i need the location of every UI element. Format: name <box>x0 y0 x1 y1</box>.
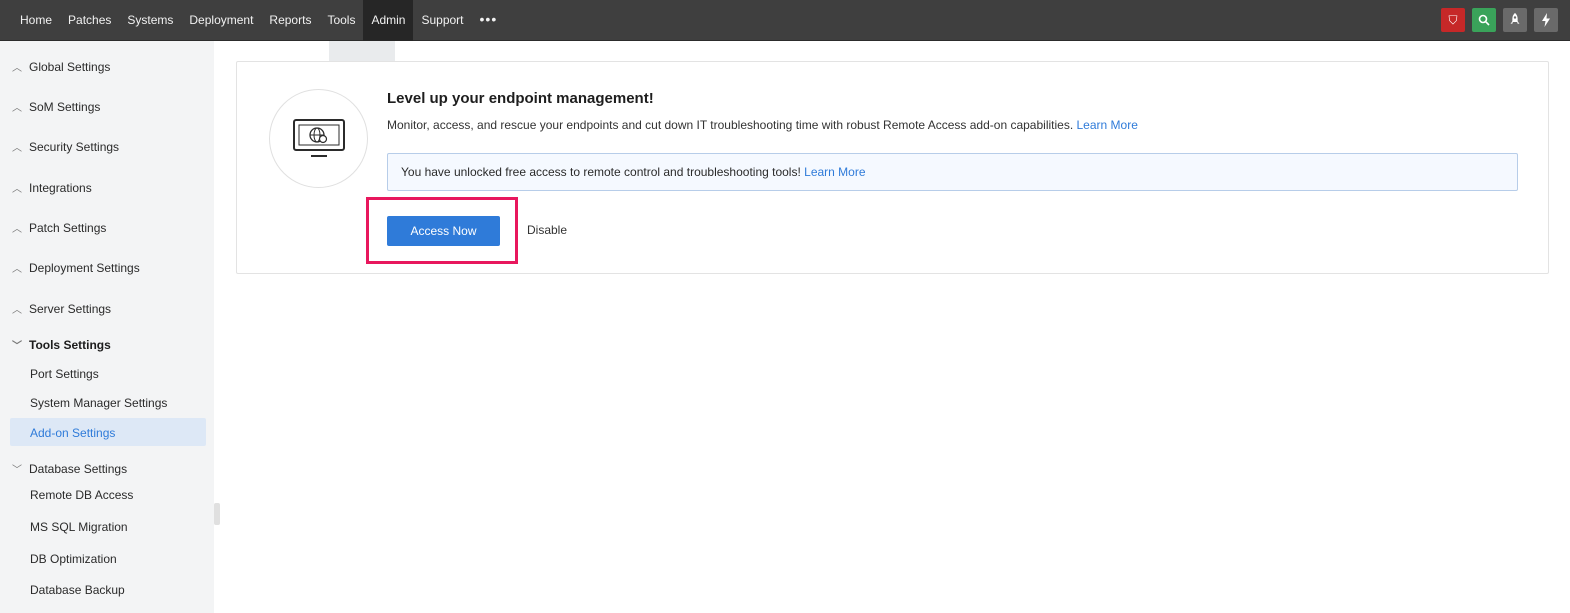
sidebar-section-label: Database Settings <box>29 461 128 476</box>
sidebar-section-global-settings[interactable]: ︿ Global Settings <box>12 59 111 75</box>
sidebar-section-integrations[interactable]: ︿ Integrations <box>12 180 92 196</box>
sidebar-collapse-handle[interactable] <box>214 503 220 525</box>
top-icon-group: ⛉ <box>1441 8 1558 32</box>
nav-tools[interactable]: Tools <box>319 0 363 41</box>
chevron-up-icon: ︿ <box>12 63 22 74</box>
sidebar-section-deployment-settings[interactable]: ︿ Deployment Settings <box>12 260 140 276</box>
info-banner: You have unlocked free access to remote … <box>387 153 1518 191</box>
bolt-icon[interactable] <box>1534 8 1558 32</box>
sidebar-section-server-settings[interactable]: ︿ Server Settings <box>12 301 112 317</box>
nav-reports[interactable]: Reports <box>261 0 319 41</box>
nav-home[interactable]: Home <box>12 0 60 41</box>
sidebar-section-label: Global Settings <box>29 59 111 74</box>
sidebar-item-port-settings[interactable]: Port Settings <box>30 367 99 381</box>
shield-icon[interactable]: ⛉ <box>1441 8 1465 32</box>
sidebar-item-remote-db-access[interactable]: Remote DB Access <box>30 488 133 502</box>
sidebar: ︿ Global Settings ︿ SoM Settings ︿ Secur… <box>0 41 214 613</box>
chevron-up-icon: ︿ <box>12 184 22 195</box>
sidebar-section-database-settings[interactable]: ﹀ Database Settings <box>12 461 128 477</box>
nav-deployment[interactable]: Deployment <box>181 0 261 41</box>
sidebar-item-db-optimization[interactable]: DB Optimization <box>30 552 117 566</box>
chevron-up-icon: ︿ <box>12 224 22 235</box>
remote-monitor-icon <box>292 118 345 157</box>
chevron-down-icon: ﹀ <box>12 341 22 352</box>
sidebar-item-ms-sql-migration[interactable]: MS SQL Migration <box>30 520 128 534</box>
chevron-up-icon: ︿ <box>12 103 22 114</box>
top-navigation-bar: Home Patches Systems Deployment Reports … <box>0 0 1570 41</box>
sidebar-section-patch-settings[interactable]: ︿ Patch Settings <box>12 220 107 236</box>
chevron-up-icon: ︿ <box>12 143 22 154</box>
chevron-up-icon: ︿ <box>12 305 22 316</box>
nav-support[interactable]: Support <box>413 0 471 41</box>
sidebar-section-label: Patch Settings <box>29 220 107 235</box>
sidebar-section-label: SoM Settings <box>29 99 101 114</box>
sidebar-item-system-manager-settings[interactable]: System Manager Settings <box>30 396 167 410</box>
search-icon[interactable] <box>1472 8 1496 32</box>
nav-admin[interactable]: Admin <box>363 0 414 41</box>
rocket-icon[interactable] <box>1503 8 1527 32</box>
remote-access-illustration <box>269 89 368 188</box>
sidebar-section-security-settings[interactable]: ︿ Security Settings <box>12 139 120 155</box>
info-learn-more-link[interactable]: Learn More <box>804 165 865 179</box>
main-nav: Home Patches Systems Deployment Reports … <box>12 0 505 41</box>
access-now-button[interactable]: Access Now <box>387 216 500 246</box>
promo-description-text: Monitor, access, and rescue your endpoin… <box>387 118 1074 132</box>
more-options-icon[interactable]: ••• <box>472 0 506 41</box>
sidebar-item-database-backup[interactable]: Database Backup <box>30 583 125 597</box>
learn-more-link[interactable]: Learn More <box>1077 118 1138 132</box>
disable-button[interactable]: Disable <box>527 223 567 237</box>
promo-title: Level up your endpoint management! <box>387 90 654 107</box>
sidebar-item-add-on-settings[interactable]: Add-on Settings <box>30 426 115 440</box>
sidebar-section-label: Tools Settings <box>29 337 111 352</box>
promo-description: Monitor, access, and rescue your endpoin… <box>387 118 1138 132</box>
chevron-down-icon: ﹀ <box>12 465 22 476</box>
sidebar-section-som-settings[interactable]: ︿ SoM Settings <box>12 99 101 115</box>
sidebar-section-label: Deployment Settings <box>29 260 140 275</box>
info-banner-text: You have unlocked free access to remote … <box>401 165 801 179</box>
nav-systems[interactable]: Systems <box>119 0 181 41</box>
sidebar-section-label: Server Settings <box>29 301 112 316</box>
sidebar-section-label: Security Settings <box>29 139 120 154</box>
sidebar-section-label: Integrations <box>29 180 92 195</box>
sidebar-section-tools-settings[interactable]: ﹀ Tools Settings <box>12 337 111 353</box>
nav-patches[interactable]: Patches <box>60 0 119 41</box>
chevron-up-icon: ︿ <box>12 264 22 275</box>
